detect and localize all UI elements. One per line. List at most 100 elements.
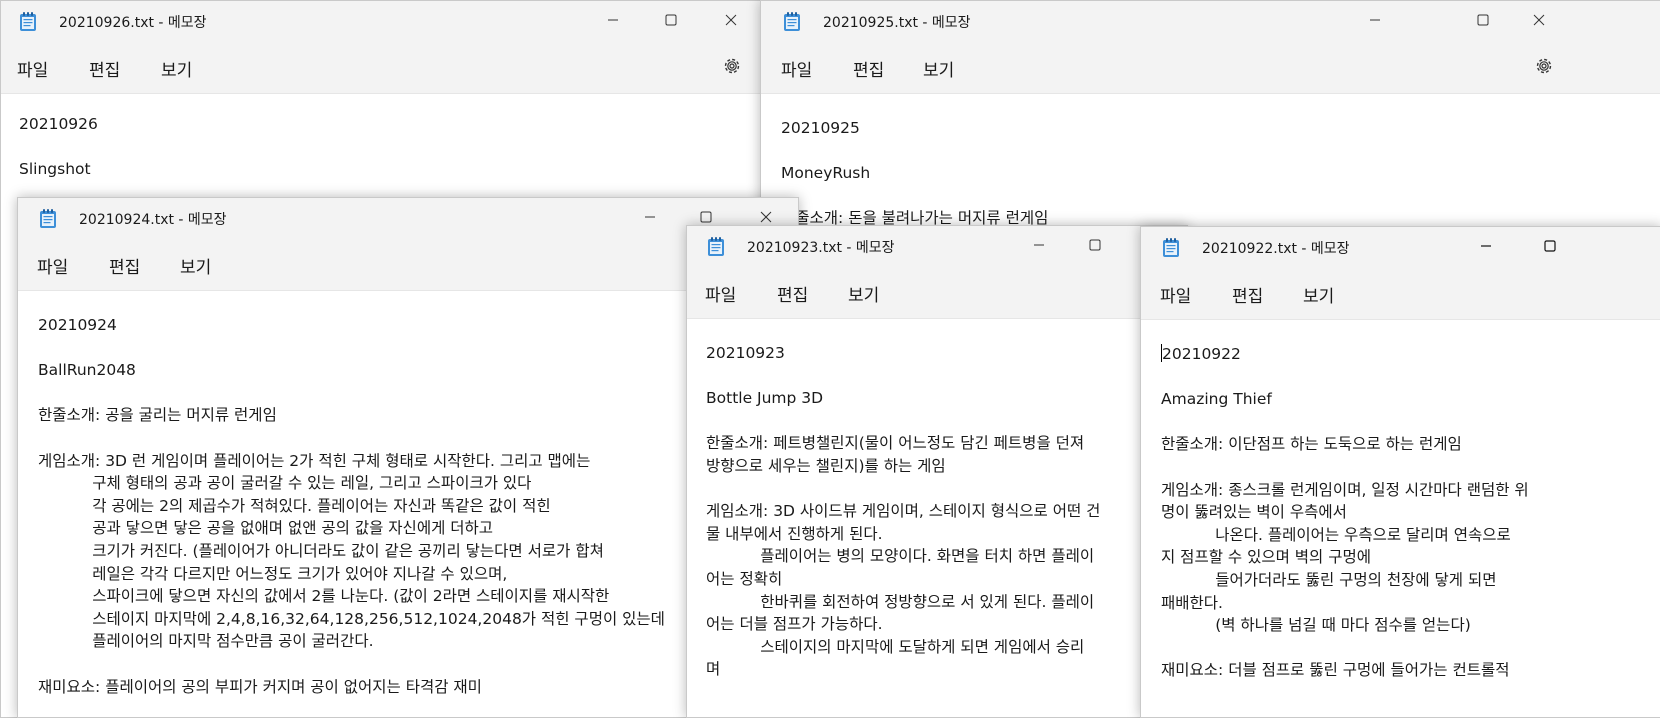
text-line [706,410,1187,433]
text-line [38,382,798,405]
text-line: 플레이어의 마지막 점수만큼 공이 굴러간다. [38,632,374,651]
menu-view[interactable]: 보기 [161,56,192,81]
minimize-icon [1034,244,1044,246]
window-title: 20210925.txt - 메모장 [823,15,971,31]
menu-bar: 파일 편집 보기 [1141,267,1660,320]
text-line: 레일은 각각 다르지만 어느정도 크기가 있어야 지나갈 수 있으며, [38,564,508,583]
title-bar[interactable]: 20210922.txt - 메모장 [1141,227,1660,267]
text-editor[interactable]: 20210922 Amazing Thief 한줄소개: 이단점프 하는 도둑으… [1141,320,1660,717]
text-line: 방향으로 세우는 챌린지)를 하는 게임 [706,456,946,475]
maximize-icon [700,211,712,223]
text-line: 한줄소개: 페트병챌린지(물이 어느정도 담긴 페트병을 던져 [706,434,1085,453]
notepad-window-20210924[interactable]: 20210924.txt - 메모장 파일 편집 보기 20210924 Bal… [17,197,799,718]
notepad-window-20210923[interactable]: 20210923.txt - 메모장 파일 편집 보기 20210923 Bot… [686,225,1188,718]
text-line: 나온다. 플레이어는 우측으로 달리며 연속으로 [1161,525,1511,544]
text-line: 물 내부에서 진행하게 된다. [706,524,883,543]
window-title: 20210926.txt - 메모장 [59,15,207,31]
close-icon [1533,14,1545,26]
notepad-window-20210922[interactable]: 20210922.txt - 메모장 파일 편집 보기 20210922 Ama… [1140,226,1660,718]
text-line: 재미요소: 플레이어의 공의 부피가 커지며 공이 없어지는 타격감 재미 [38,677,482,696]
maximize-button[interactable] [1077,230,1113,260]
text-line [1161,637,1660,660]
close-icon [760,211,772,223]
minimize-button[interactable] [1468,231,1504,261]
minimize-icon [1370,19,1380,21]
minimize-icon [1481,245,1491,247]
text-line [781,140,1660,163]
menu-edit[interactable]: 편집 [853,56,884,81]
text-line: 크기가 커진다. (플레이어가 아니더라도 값이 같은 공끼리 닿는다면 서로가… [38,541,604,560]
text-line [19,136,761,159]
menu-bar: 파일 편집 보기 [1,41,761,94]
menu-edit[interactable]: 편집 [1232,282,1263,307]
text-line: MoneyRush [781,164,871,183]
text-line: Bottle Jump 3D [706,389,824,408]
menu-file[interactable]: 파일 [17,56,48,81]
menu-edit[interactable]: 편집 [89,56,120,81]
notepad-app-icon [784,12,800,31]
title-bar[interactable]: 20210923.txt - 메모장 [687,226,1187,266]
text-line: 패배한다. [1161,593,1223,612]
text-line: 구체 형태의 공과 공이 굴러갈 수 있는 레일, 그리고 스파이크가 있다 [38,474,532,493]
title-bar[interactable]: 20210925.txt - 메모장 [761,1,1660,41]
text-line: BallRun2048 [38,361,136,380]
menu-file[interactable]: 파일 [705,281,736,306]
text-line: 공과 닿으면 닿은 공을 없애며 없앤 공의 값을 자신에게 더하고 [38,519,494,538]
maximize-icon [1089,239,1101,251]
text-line: 20210924 [38,316,117,334]
window-title: 20210923.txt - 메모장 [747,240,895,256]
text-line: 명이 뚫려있는 벽이 우측에서 [1161,503,1347,522]
text-line: 게임소개: 종스크롤 런게임이며, 일정 시간마다 랜덤한 위 [1161,480,1529,499]
text-line: 20210923 [706,344,785,362]
menu-view[interactable]: 보기 [848,281,879,306]
window-title: 20210924.txt - 메모장 [79,212,227,228]
menu-bar: 파일 편집 보기 [18,238,798,291]
menu-edit[interactable]: 편집 [109,253,140,278]
text-line: 스파이크에 닿으면 자신의 값에서 2를 나눈다. (값이 2라면 스테이지를 … [38,587,610,606]
menu-file[interactable]: 파일 [1160,282,1191,307]
text-line: 스테이지 마지막에 2,4,8,16,32,64,128,256,512,102… [38,609,665,628]
text-line: 20210926 [19,115,98,133]
text-line [38,653,798,676]
menu-file[interactable]: 파일 [781,56,812,81]
menu-view[interactable]: 보기 [923,56,954,81]
minimize-button[interactable] [632,202,668,232]
close-button[interactable] [1521,5,1557,35]
text-line [1161,411,1660,434]
menu-file[interactable]: 파일 [37,253,68,278]
text-editor[interactable]: 20210923 Bottle Jump 3D 한줄소개: 페트병챌린지(물이 … [687,319,1187,717]
text-line: 한줄소개: 공을 굴리는 머지류 런게임 [38,406,277,425]
notepad-app-icon [20,12,36,31]
menu-view[interactable]: 보기 [1303,282,1334,307]
text-line: Amazing Thief [1161,390,1272,409]
text-line: 플레이어는 병의 모양이다. 화면을 터치 하면 플레이 [706,547,1095,566]
text-line: 한바퀴를 회전하여 정방향으로 서 있게 된다. 플레이 [706,592,1095,611]
text-line-content: 20210922 [1162,345,1241,363]
text-editor[interactable]: 20210924 BallRun2048 한줄소개: 공을 굴리는 머지류 런게… [18,291,798,717]
minimize-button[interactable] [595,5,631,35]
text-line: 들어가더라도 뚫린 구멍의 천장에 닿게 되면 [1161,570,1497,589]
minimize-button[interactable] [1357,5,1393,35]
text-line [38,427,798,450]
title-bar[interactable]: 20210926.txt - 메모장 [1,1,761,41]
maximize-button[interactable] [653,5,689,35]
maximize-button[interactable] [1532,231,1568,261]
close-icon [725,14,737,26]
menu-edit[interactable]: 편집 [777,281,808,306]
text-line [781,185,1660,208]
text-line: (벽 하나를 넘길 때 마다 점수를 얻는다) [1161,616,1471,635]
text-line: 어는 정확히 [706,569,783,588]
minimize-icon [645,216,655,218]
menu-view[interactable]: 보기 [180,253,211,278]
settings-gear-icon[interactable] [1534,56,1554,76]
text-line: 각 공에는 2의 제곱수가 적혀있다. 플레이어는 자신과 똑같은 값이 적힌 [38,496,551,515]
settings-gear-icon[interactable] [722,56,742,76]
title-bar[interactable]: 20210924.txt - 메모장 [18,198,798,238]
maximize-icon [1477,14,1489,26]
maximize-button[interactable] [1465,5,1501,35]
minimize-button[interactable] [1021,230,1057,260]
text-line: 20210922 [1161,343,1660,366]
text-line [706,478,1187,501]
text-line: 한줄소개: 이단점프 하는 도둑으로 하는 런게임 [1161,435,1462,454]
close-button[interactable] [713,5,749,35]
